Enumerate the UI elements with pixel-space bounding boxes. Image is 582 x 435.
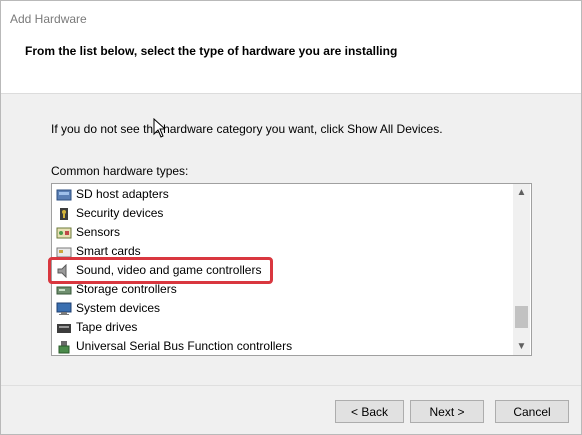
security-device-icon xyxy=(56,207,72,221)
list-item[interactable]: Tape drives xyxy=(56,318,137,337)
window-title: Add Hardware xyxy=(10,12,87,26)
storage-controller-icon xyxy=(56,283,72,297)
chevron-up-icon[interactable]: ▲ xyxy=(513,184,530,201)
list-scrollbar[interactable]: ▲ ▼ xyxy=(513,184,530,355)
chevron-down-icon[interactable]: ▼ xyxy=(513,338,530,355)
add-hardware-window: Add Hardware From the list below, select… xyxy=(0,0,582,435)
list-item[interactable]: SD host adapters xyxy=(56,185,169,204)
list-item[interactable]: Sensors xyxy=(56,223,120,242)
hint-text: If you do not see the hardware category … xyxy=(51,122,443,136)
list-item[interactable]: Security devices xyxy=(56,204,163,223)
wizard-footer: < Back Next > Cancel xyxy=(1,385,581,434)
list-label: Common hardware types: xyxy=(51,164,189,178)
scrollbar-thumb[interactable] xyxy=(515,306,528,328)
sd-host-adapter-icon xyxy=(56,188,72,202)
usb-icon xyxy=(56,340,72,354)
next-button[interactable]: Next > xyxy=(410,400,484,423)
wizard-header: Add Hardware From the list below, select… xyxy=(1,1,581,94)
list-item[interactable]: Universal Serial Bus Function controller… xyxy=(56,337,292,355)
wizard-body: If you do not see the hardware category … xyxy=(1,94,581,385)
system-device-icon xyxy=(56,302,72,316)
sensor-icon xyxy=(56,226,72,240)
tape-drive-icon xyxy=(56,321,72,335)
page-heading: From the list below, select the type of … xyxy=(25,44,398,58)
cancel-button[interactable]: Cancel xyxy=(495,400,569,423)
mouse-cursor-icon xyxy=(153,118,165,138)
back-button[interactable]: < Back xyxy=(335,400,404,423)
list-item[interactable]: System devices xyxy=(56,299,160,318)
highlight-box xyxy=(48,257,273,284)
